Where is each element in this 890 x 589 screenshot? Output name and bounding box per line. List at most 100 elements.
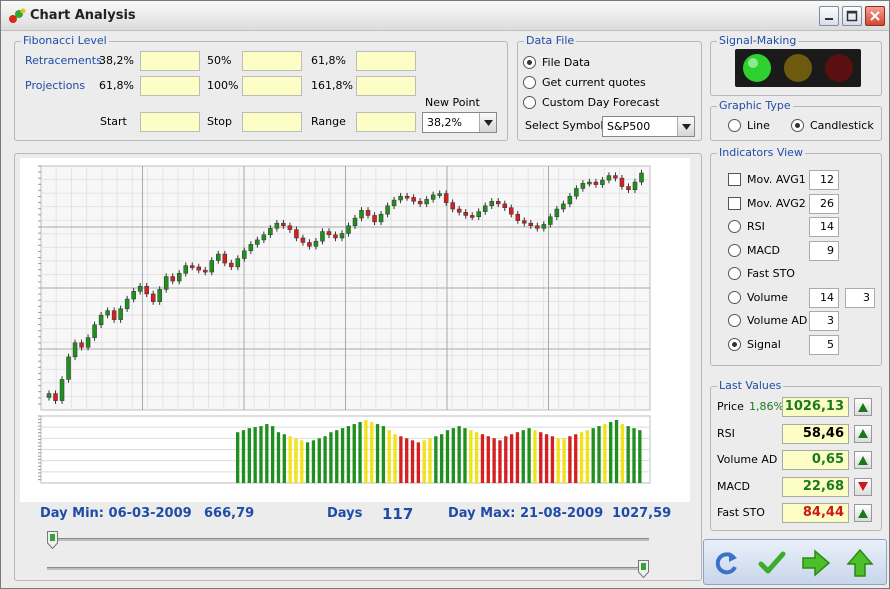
volume-bar — [574, 434, 578, 483]
indicator-period-field[interactable]: 3 — [809, 311, 839, 331]
candle — [424, 199, 429, 205]
indicator-toggle-rsi[interactable] — [728, 220, 741, 233]
candle — [150, 293, 156, 302]
indicator-toggle-mov-avg1[interactable] — [728, 173, 741, 186]
end-slider-thumb[interactable] — [638, 560, 649, 578]
indicator-period2-field[interactable]: 3 — [845, 287, 875, 308]
start-slider-track[interactable] — [47, 538, 649, 541]
trend-button[interactable] — [854, 398, 872, 416]
candle — [391, 199, 397, 207]
refresh-icon[interactable] — [712, 548, 742, 578]
trend-button[interactable] — [854, 451, 872, 469]
proj-value-3[interactable] — [356, 76, 416, 96]
next-arrow-icon[interactable] — [801, 548, 831, 578]
title-bar[interactable]: Chart Analysis — [1, 1, 889, 31]
proj-value-2[interactable] — [242, 76, 302, 96]
trend-button[interactable] — [854, 424, 872, 443]
last-value-label: Volume AD — [717, 453, 778, 466]
indicator-period-field[interactable]: 14 — [809, 287, 839, 308]
volume-bar — [556, 438, 560, 483]
last-value-rsi: 58,46 — [782, 423, 849, 444]
minimize-icon — [825, 18, 833, 20]
close-button[interactable] — [865, 6, 885, 26]
candle — [398, 195, 403, 201]
trend-button[interactable] — [854, 477, 872, 496]
volume-bar — [340, 428, 345, 483]
stop-field[interactable] — [242, 112, 302, 132]
checkmark-icon[interactable] — [757, 548, 787, 578]
candle — [580, 183, 586, 189]
window-title: Chart Analysis — [30, 8, 136, 23]
volume-bar — [620, 424, 625, 483]
range-field[interactable] — [356, 112, 416, 132]
indicator-label: RSI — [747, 220, 765, 233]
volume-bar — [568, 436, 572, 483]
signal-making-title: Signal-Making — [717, 34, 799, 47]
candle — [216, 253, 221, 261]
indicator-toggle-volume[interactable] — [728, 290, 741, 304]
candle — [294, 229, 299, 239]
indicator-label: Volume — [747, 290, 788, 304]
ret-value-1[interactable] — [140, 51, 200, 71]
candle — [79, 342, 84, 348]
candle — [261, 234, 267, 241]
trend-button[interactable] — [854, 504, 872, 522]
candle — [482, 205, 488, 212]
candle — [137, 285, 143, 292]
indicator-period-field[interactable]: 14 — [809, 217, 839, 237]
candlestick-chart[interactable] — [20, 158, 690, 502]
maximize-button[interactable] — [842, 6, 862, 26]
proj-value-1[interactable] — [140, 76, 200, 96]
arrow-up-icon — [858, 508, 868, 518]
start-field[interactable] — [140, 112, 200, 132]
radio-line[interactable] — [728, 119, 741, 132]
minimize-button[interactable] — [819, 6, 839, 26]
indicator-toggle-volume-ad[interactable] — [728, 314, 741, 327]
indicator-toggle-mov-avg2[interactable] — [728, 196, 741, 210]
indicator-toggle-macd[interactable] — [728, 243, 741, 257]
custom-forecast-label: Custom Day Forecast — [542, 96, 660, 109]
indicator-period-field[interactable]: 5 — [809, 334, 839, 355]
candle — [502, 203, 508, 208]
candle — [365, 210, 371, 216]
volume-bar — [387, 430, 391, 483]
volume-bar — [469, 430, 473, 483]
ret-value-2[interactable] — [242, 51, 302, 71]
last-value-label: Price — [717, 400, 744, 413]
ret-level-1: 38,2% — [99, 54, 134, 67]
indicator-period-field[interactable]: 26 — [809, 193, 839, 214]
ret-value-3[interactable] — [356, 51, 416, 71]
end-slider-track[interactable] — [47, 567, 649, 570]
candle — [300, 237, 306, 243]
candle — [567, 195, 573, 205]
symbol-select[interactable]: S&P500 — [602, 116, 695, 137]
line-label: Line — [747, 119, 770, 132]
volume-bar — [317, 438, 321, 483]
indicator-period-field[interactable]: 12 — [809, 170, 839, 190]
radio-candlestick[interactable] — [791, 119, 804, 132]
indicator-period-field[interactable]: 9 — [809, 240, 839, 261]
radio-custom-forecast[interactable] — [523, 96, 536, 109]
last-values-title: Last Values — [717, 379, 784, 392]
volume-bar — [603, 424, 607, 483]
volume-bar — [393, 434, 397, 483]
up-arrow-icon[interactable] — [845, 548, 875, 578]
indicator-label: Fast STO — [747, 267, 795, 280]
candle — [437, 193, 442, 196]
candle — [144, 285, 149, 295]
candle — [281, 222, 286, 226]
start-slider-thumb[interactable] — [47, 531, 58, 549]
radio-file-data[interactable] — [523, 56, 536, 69]
volume-bar — [370, 422, 374, 483]
radio-current-quotes[interactable] — [523, 76, 536, 89]
new-point-select[interactable]: 38,2% — [422, 112, 497, 133]
volume-bar — [294, 438, 298, 483]
indicator-toggle-fast-sto[interactable] — [728, 267, 741, 280]
retracements-label[interactable]: Retracements — [25, 54, 102, 67]
projections-label[interactable]: Projections — [25, 79, 85, 92]
volume-bar — [457, 426, 461, 483]
candle — [176, 273, 182, 282]
indicator-toggle-signal[interactable] — [728, 337, 741, 351]
graphic-type-title: Graphic Type — [717, 99, 793, 112]
volume-bar — [270, 426, 275, 483]
